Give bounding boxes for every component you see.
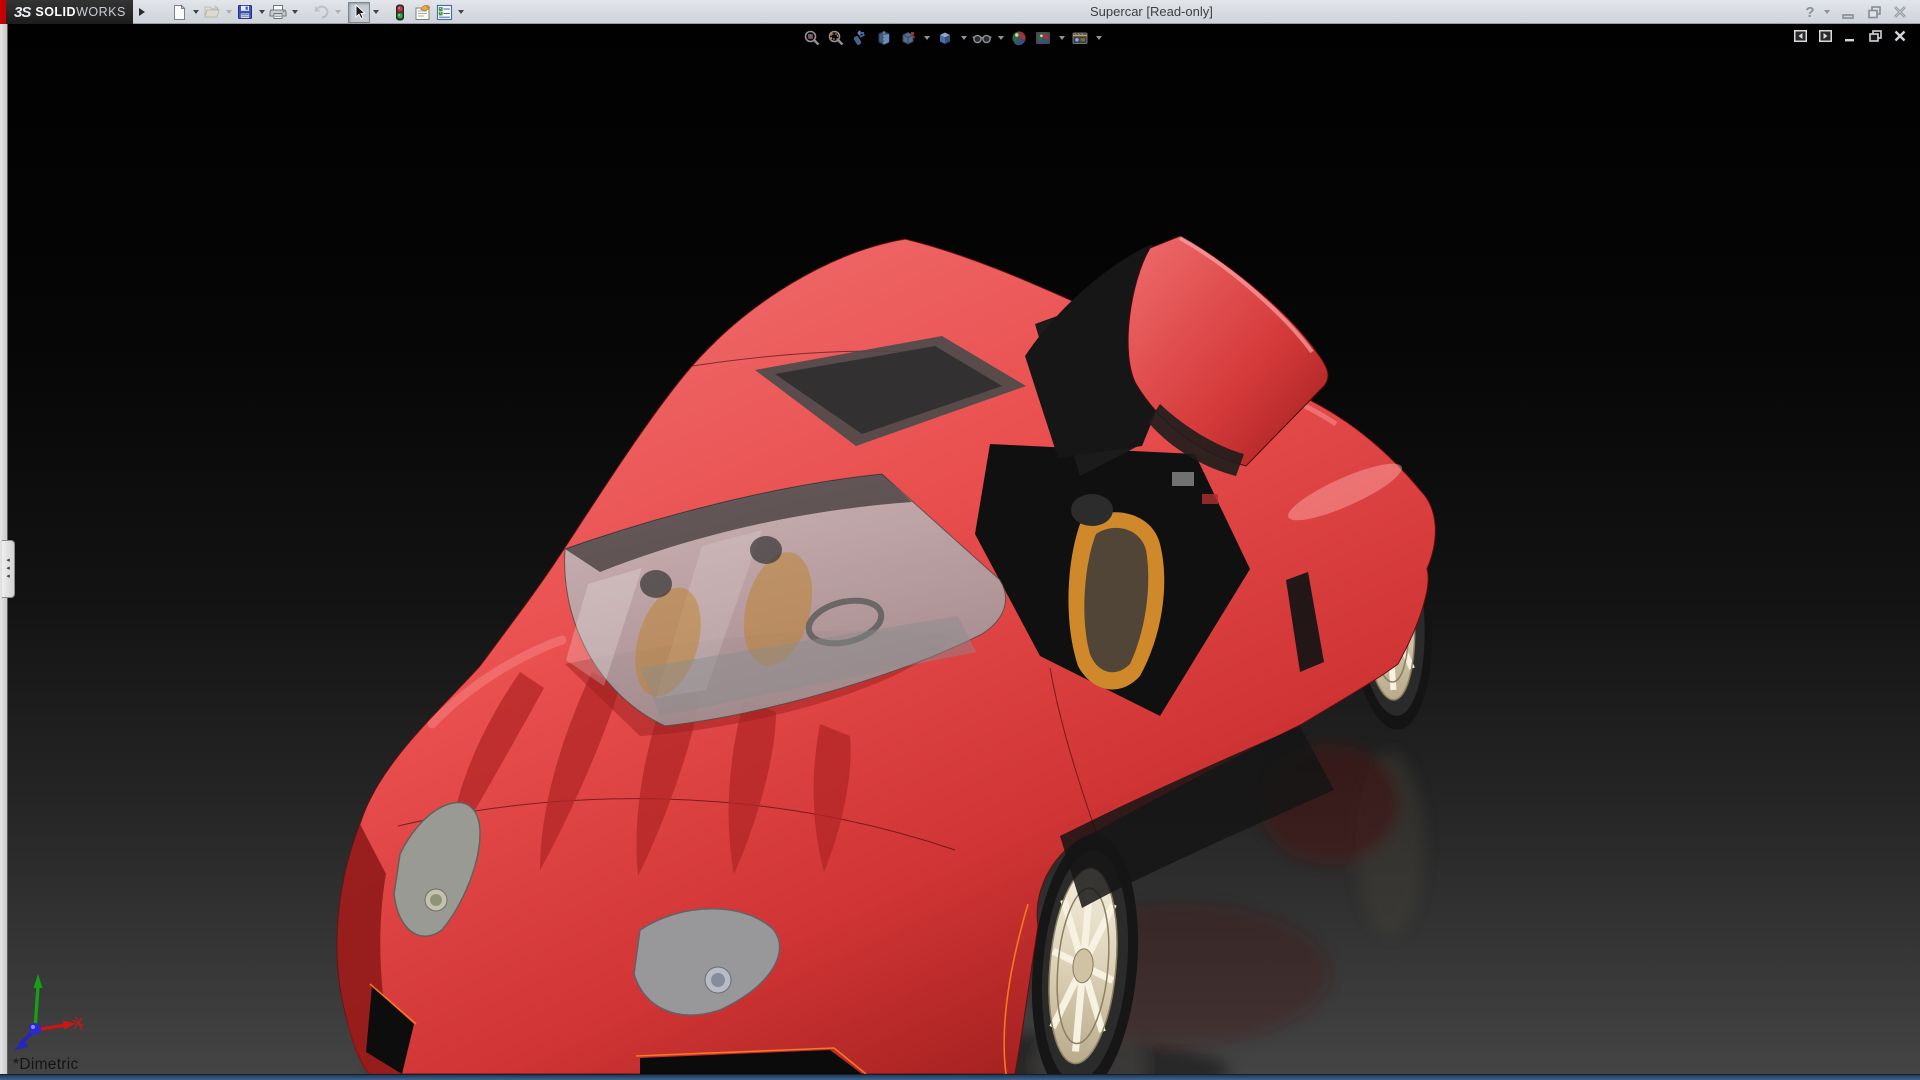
help-dropdown-caret[interactable] — [1822, 2, 1832, 22]
undo-icon — [315, 5, 329, 19]
apply-scene-icon — [1036, 32, 1050, 44]
pane-left-button[interactable] — [1792, 28, 1808, 44]
reference-triad-icon — [14, 974, 85, 1050]
print-button[interactable] — [267, 2, 289, 23]
pane-right-button[interactable] — [1817, 28, 1833, 44]
hide-show-items-button[interactable] — [972, 28, 992, 48]
view-settings-button[interactable] — [1070, 28, 1090, 48]
view-orientation-label: *Dimetric — [13, 1056, 79, 1073]
close-window-button[interactable] — [1890, 2, 1910, 22]
close-icon — [1894, 30, 1906, 42]
save-button[interactable] — [234, 2, 256, 23]
close-document-button[interactable] — [1892, 28, 1908, 44]
new-document-icon — [173, 3, 186, 20]
hide-show-icon — [972, 34, 992, 44]
solidworks-logo: 3S SOLIDWORKS — [0, 0, 133, 24]
minimize-icon — [1842, 14, 1854, 19]
print-icon — [269, 5, 287, 19]
close-icon — [1894, 6, 1906, 18]
pane-left-icon — [1793, 30, 1807, 42]
supercar-3d-model[interactable] — [0, 24, 1920, 1074]
dassault-3ds-glyph: 3S — [14, 3, 31, 21]
edit-appearance-icon — [1012, 31, 1026, 46]
collapse-tab-icon: ◂ — [6, 557, 10, 564]
help-icon[interactable]: ? — [1804, 2, 1816, 22]
section-view-icon — [878, 30, 890, 46]
view-settings-icon — [1072, 32, 1088, 44]
select-dropdown-caret[interactable] — [370, 2, 381, 23]
document-window-controls — [1792, 28, 1908, 44]
pane-right-icon — [1818, 30, 1832, 42]
brand-wordmark: SOLIDWORKS — [35, 5, 126, 19]
traffic-light-icon — [396, 4, 404, 20]
section-view-button[interactable] — [874, 28, 894, 48]
restore-document-button[interactable] — [1867, 28, 1883, 44]
options-dropdown-caret[interactable] — [455, 2, 466, 23]
new-document-button[interactable] — [168, 2, 190, 23]
view-settings-caret[interactable] — [1094, 28, 1103, 48]
hide-show-items-caret[interactable] — [996, 28, 1005, 48]
edit-appearance-button[interactable] — [1009, 28, 1029, 48]
file-properties-button[interactable] — [411, 2, 433, 23]
apply-scene-caret[interactable] — [1057, 28, 1066, 48]
view-orientation-caret[interactable] — [922, 28, 931, 48]
graphics-viewport[interactable]: ◂ ◂ ◂ *Dimetric — [0, 24, 1920, 1074]
note-hand-icon — [415, 4, 430, 20]
display-style-icon — [940, 32, 950, 44]
undo-button[interactable] — [310, 2, 332, 23]
options-list-icon — [436, 4, 452, 20]
save-icon — [238, 5, 252, 19]
headsup-view-toolbar — [802, 27, 1103, 49]
main-toolbar — [168, 1, 466, 23]
window-controls: ? — [1804, 0, 1910, 24]
options-button[interactable] — [433, 2, 455, 23]
zoom-to-fit-button[interactable] — [802, 28, 822, 48]
previous-view-button[interactable] — [850, 28, 870, 48]
minimize-icon — [1845, 39, 1854, 42]
minimize-window-button[interactable] — [1838, 2, 1858, 22]
open-button[interactable] — [201, 2, 223, 23]
zoom-to-area-button[interactable] — [826, 28, 846, 48]
restore-window-button[interactable] — [1864, 2, 1884, 22]
open-folder-icon — [204, 5, 220, 18]
minimize-document-button[interactable] — [1842, 28, 1858, 44]
menu-expand-arrow-icon[interactable] — [136, 3, 148, 21]
view-orientation-icon — [902, 31, 915, 45]
titlebar[interactable]: 3S SOLIDWORKS Supercar [Read-only] ? — [0, 0, 1920, 24]
collapse-tab-icon: ◂ — [6, 573, 10, 580]
taskbar-edge — [0, 1074, 1920, 1080]
display-style-button[interactable] — [935, 28, 955, 48]
panel-expand-tab[interactable]: ◂ ◂ ◂ — [2, 540, 15, 598]
display-states-button[interactable] — [389, 2, 411, 23]
save-dropdown-caret[interactable] — [256, 2, 267, 23]
select-button[interactable] — [348, 1, 370, 23]
brand-red-stripe — [0, 0, 6, 24]
undo-dropdown-caret[interactable] — [332, 2, 343, 23]
view-orientation-button[interactable] — [898, 28, 918, 48]
zoom-to-fit-icon — [804, 30, 820, 46]
open-dropdown-caret[interactable] — [223, 2, 234, 23]
print-dropdown-caret[interactable] — [289, 2, 300, 23]
previous-view-icon — [853, 30, 865, 45]
collapse-tab-icon: ◂ — [6, 565, 10, 572]
window-title: Supercar [Read-only] — [1090, 4, 1213, 19]
select-cursor-icon — [355, 4, 366, 20]
restore-icon — [1868, 30, 1882, 42]
restore-icon — [1867, 6, 1881, 19]
display-style-caret[interactable] — [959, 28, 968, 48]
apply-scene-button[interactable] — [1033, 28, 1053, 48]
zoom-to-area-icon — [828, 30, 844, 46]
new-dropdown-caret[interactable] — [190, 2, 201, 23]
